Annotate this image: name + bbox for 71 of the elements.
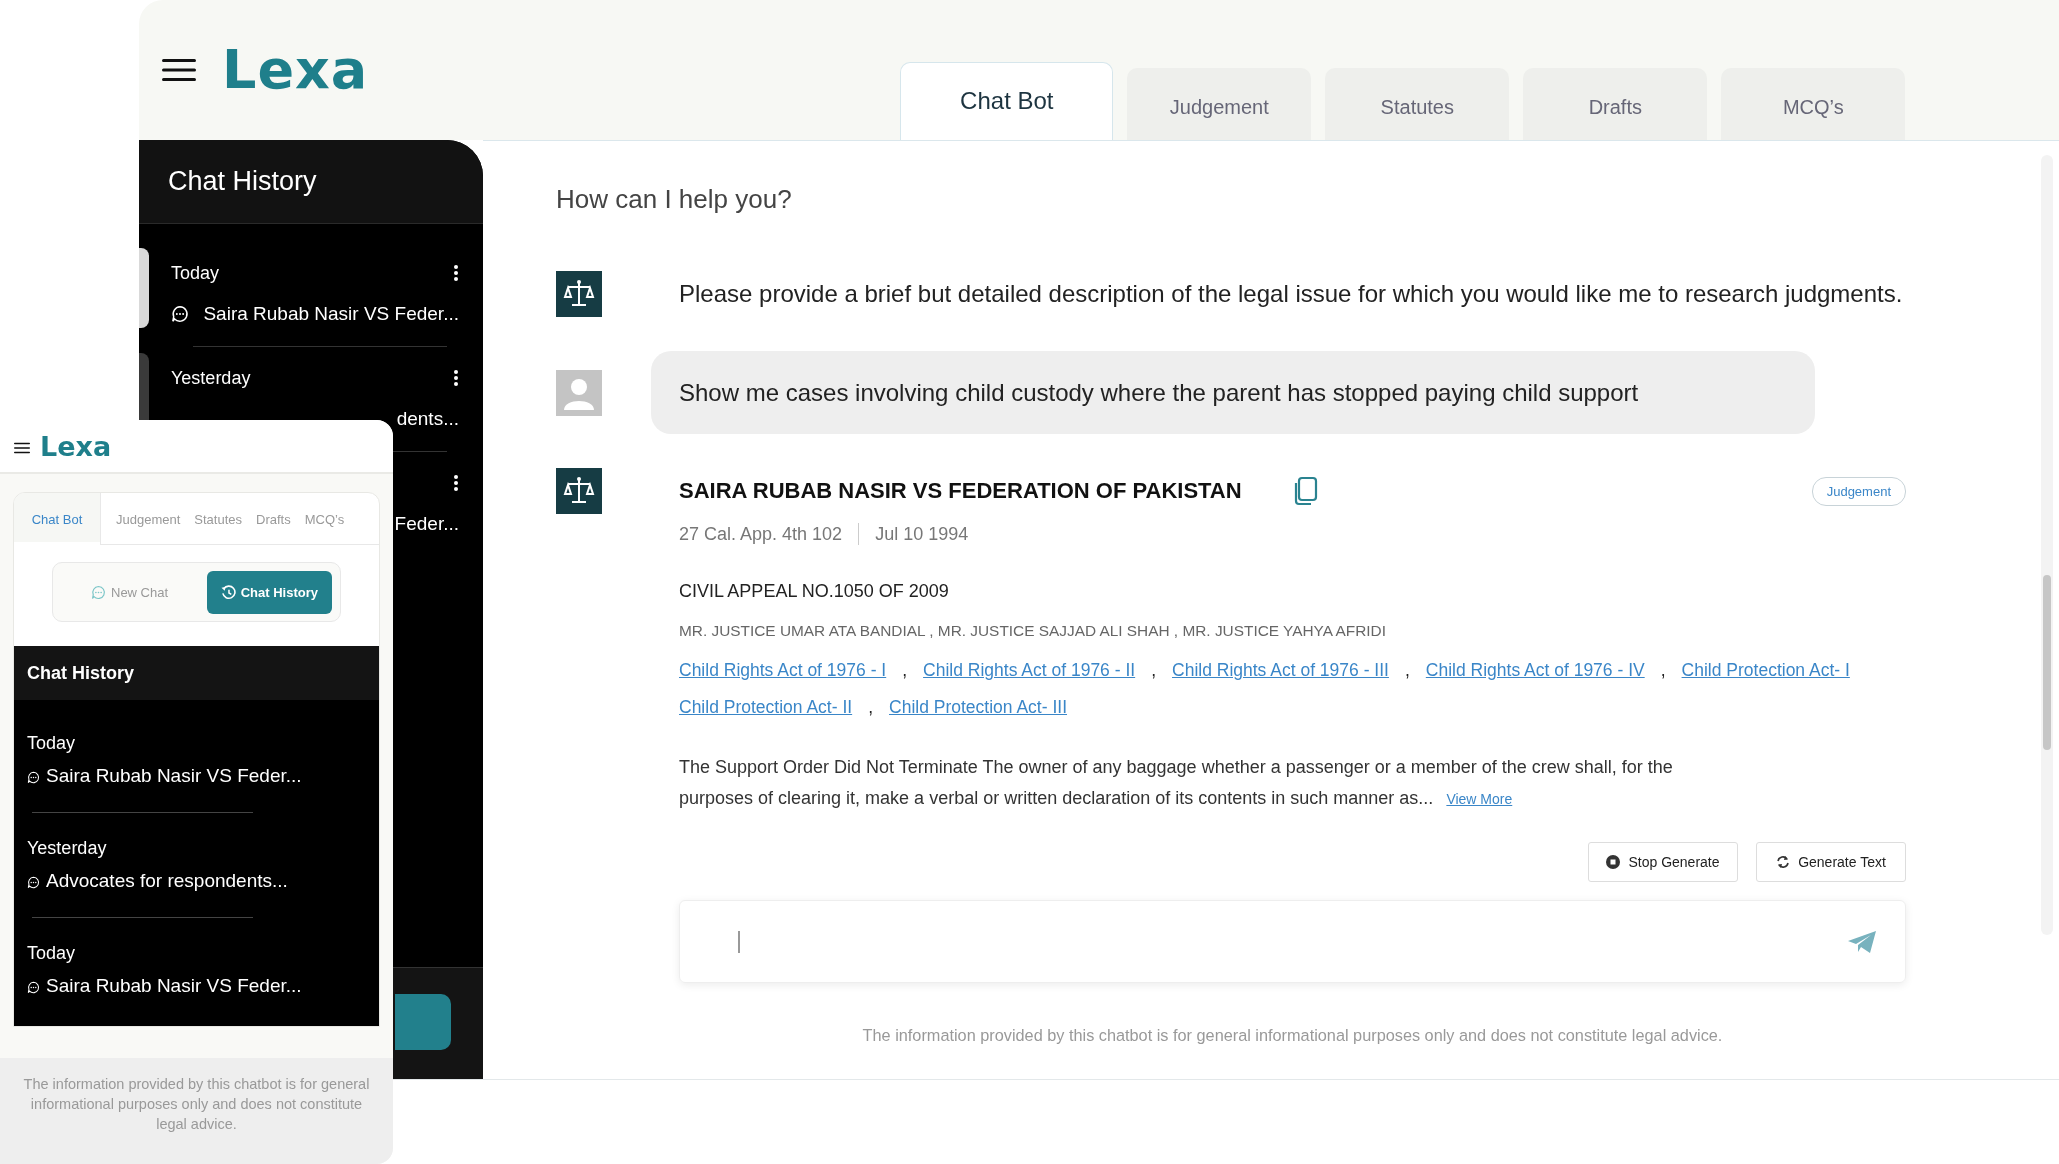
history-date: Yesterday <box>171 367 251 389</box>
scales-avatar-icon <box>556 468 602 514</box>
history-item-title[interactable]: Saira Rubab Nasir VS Feder... <box>203 303 459 325</box>
user-message: Show me cases involving child custody where the parent has stopped paying child support <box>651 351 1815 434</box>
disclaimer-text: The information provided by this chatbot is for general informational purposes only and does not constitute legal advice. <box>861 1026 1724 1045</box>
more-options-icon[interactable] <box>453 474 459 492</box>
logo: Lexa <box>40 432 112 460</box>
chat-bubble-icon <box>27 979 40 993</box>
history-item-title[interactable]: Saira Rubab Nasir VS Feder... <box>46 975 302 997</box>
scrollbar-thumb[interactable] <box>2043 575 2051 750</box>
chat-bubble-icon <box>91 584 106 600</box>
tab[interactable]: Judgement <box>109 493 188 545</box>
logo: Lexa <box>222 43 369 97</box>
chat-history-button[interactable]: Chat History <box>206 570 332 614</box>
tab[interactable]: MCQ’s <box>1721 68 1906 140</box>
history-item-title[interactable]: Feder... <box>394 513 459 535</box>
prompt-heading: How can I help you? <box>556 183 793 215</box>
comma: , <box>902 660 908 681</box>
statute-link[interactable]: Child Protection Act- II <box>679 697 853 718</box>
tab[interactable]: Chat Bot <box>900 62 1114 140</box>
stop-icon <box>1606 855 1621 869</box>
sidebar-title: Chat History <box>139 140 483 224</box>
statute-link[interactable]: Child Rights Act of 1976 - III <box>1172 660 1389 681</box>
comma: , <box>1151 660 1156 681</box>
history-date: Today <box>27 943 77 964</box>
stop-generate-button[interactable]: Stop Generate <box>1588 842 1738 882</box>
scales-avatar-icon <box>556 271 602 317</box>
chat-bubble-icon <box>27 874 40 888</box>
chat-bubble-icon <box>27 769 40 783</box>
disclaimer-text: The information provided by this chatbot is for general informational purposes only and does not constitute legal advice. <box>0 1058 393 1164</box>
refresh-icon <box>1776 855 1791 869</box>
judgement-badge: Judgement <box>1811 476 1906 506</box>
user-avatar-icon <box>556 369 602 416</box>
comma: , <box>1404 660 1410 681</box>
comma: , <box>868 697 873 718</box>
statute-link[interactable]: Child Rights Act of 1976 - IV <box>1425 660 1645 681</box>
panel-title: Chat History <box>14 646 379 700</box>
case-date: Jul 10 1994 <box>875 523 969 545</box>
history-date: Today <box>171 262 220 284</box>
tab[interactable]: Statutes <box>1325 68 1510 140</box>
tab[interactable]: Drafts <box>1523 68 1708 140</box>
history-icon <box>220 584 236 600</box>
history-item-title[interactable]: Advocates for respondents... <box>46 870 288 892</box>
bot-message: Please provide a brief but detailed description of the legal issue for which you would like me to research judgments. <box>679 280 1903 308</box>
tab[interactable]: MCQ’s <box>297 493 352 545</box>
appeal-number: CIVIL APPEAL NO.1050 OF 2009 <box>679 581 950 602</box>
message-input[interactable] <box>679 900 1906 983</box>
tab[interactable]: Drafts <box>249 493 298 545</box>
history-date: Yesterday <box>27 838 108 859</box>
tab[interactable]: Judgement <box>1127 68 1312 140</box>
menu-icon[interactable] <box>14 440 30 452</box>
generate-text-button[interactable]: Generate Text <box>1756 842 1906 882</box>
new-chat-button[interactable]: New Chat <box>77 570 183 614</box>
history-item-title[interactable]: Saira Rubab Nasir VS Feder... <box>46 765 302 787</box>
view-more-link[interactable]: View More <box>1446 791 1513 807</box>
case-citation: 27 Cal. App. 4th 102 <box>679 523 843 545</box>
tab[interactable]: Chat Bot <box>14 493 101 545</box>
statute-link[interactable]: Child Protection Act- III <box>889 697 1067 718</box>
case-title: SAIRA RUBAB NASIR VS FEDERATION OF PAKISTAN <box>679 478 1242 504</box>
judges-list: MR. JUSTICE UMAR ATA BANDIAL , MR. JUSTICE SAJJAD ALI SHAH , MR. JUSTICE YAHYA AFRIDI <box>679 622 1906 640</box>
statute-link[interactable]: Child Rights Act of 1976 - II <box>923 660 1136 681</box>
more-options-icon[interactable] <box>453 369 459 387</box>
comma: , <box>1660 660 1666 681</box>
statute-link[interactable]: Child Rights Act of 1976 - I <box>679 660 887 681</box>
statute-link[interactable]: Child Protection Act- I <box>1681 660 1850 681</box>
menu-icon[interactable] <box>162 58 196 82</box>
more-options-icon[interactable] <box>453 264 459 282</box>
history-date: Today <box>27 733 77 754</box>
tab[interactable]: Statutes <box>187 493 250 545</box>
history-item-title[interactable]: dents... <box>396 408 459 430</box>
case-summary: The Support Order Did Not Terminate The owner of any baggage whether a passenger or a member of the crew shall, for the purposes of clearing it, make a verbal or written declaration of its contents in such manner as... View More <box>679 756 1674 810</box>
